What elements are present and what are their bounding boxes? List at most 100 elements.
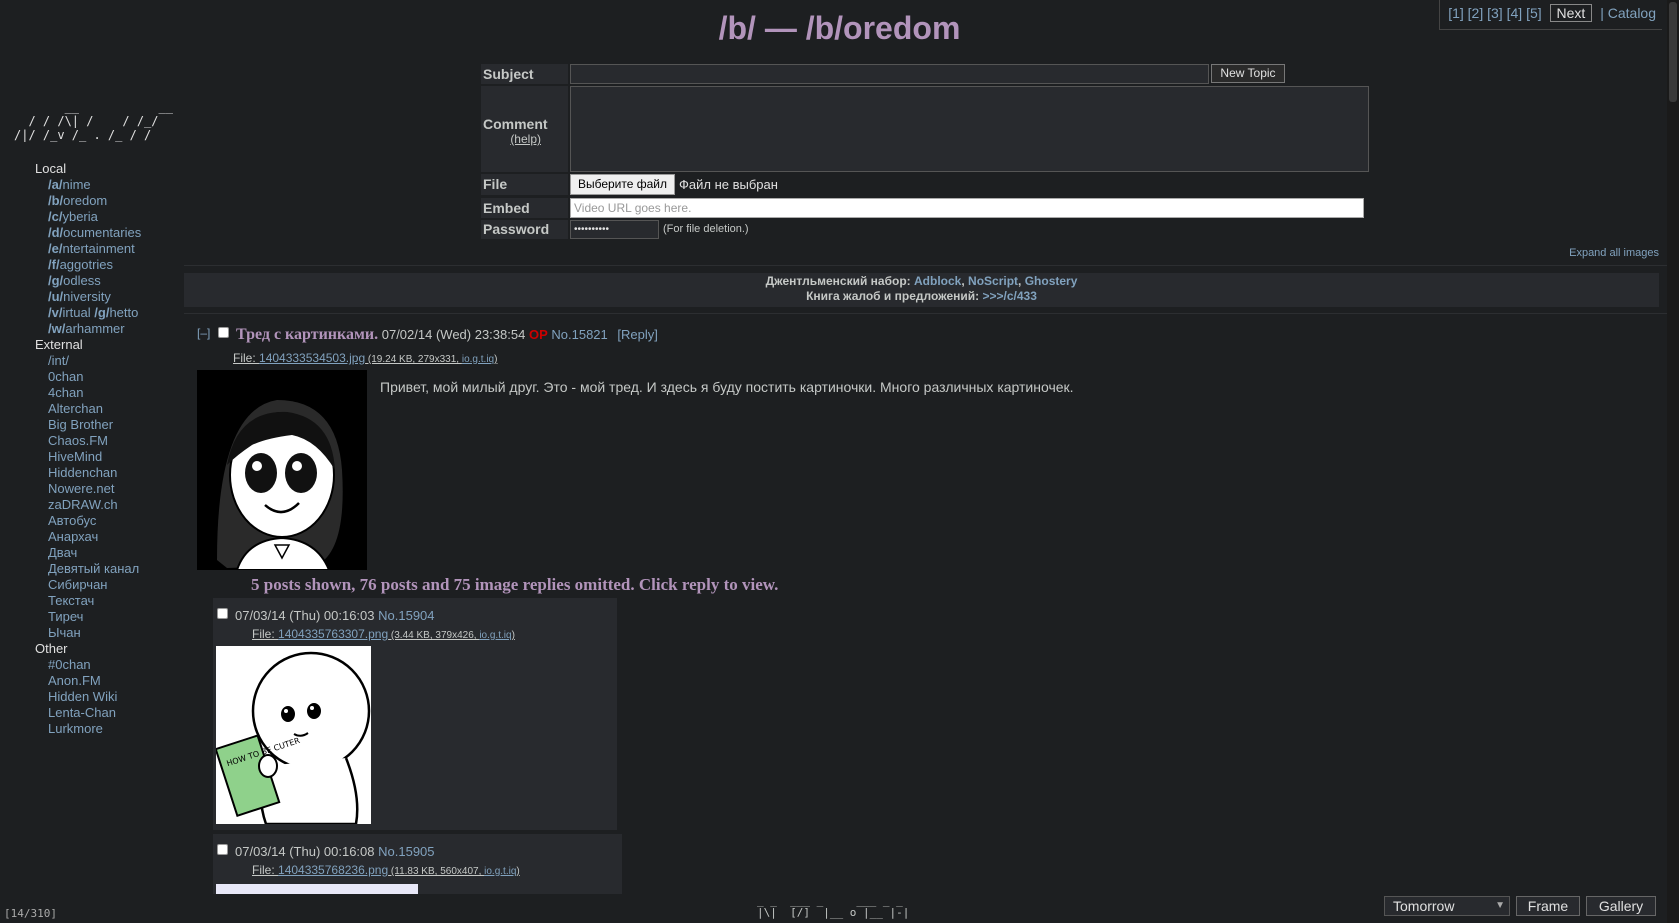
reply-file-link[interactable]: 1404335763307.png [278,627,388,641]
nav-item[interactable]: zaDRAW.ch [48,497,141,513]
nav-item[interactable]: Lurkmore [48,721,141,737]
nav-item[interactable]: Big Brother [48,417,141,433]
nav-item-label: Chaos.FM [48,433,108,448]
reply-file-link[interactable]: 1404335768236.png [278,863,388,877]
nav-item[interactable]: Сибирчан [48,577,141,593]
nav-item-board-code: /w/ [48,321,66,336]
nav-item-label: Тиреч [48,609,84,624]
comment-label-cell: Comment (help) [481,86,568,172]
file-close: ) [516,866,520,877]
nav-item[interactable]: /d/ocumentaries [48,225,141,241]
nav-item[interactable]: Двач [48,545,141,561]
nav-item-board-code: /a/ [48,177,63,192]
nav-item-label: ocumentaries [63,225,142,240]
complaints-link[interactable]: >>>/c/433 [983,289,1037,303]
op-checkbox[interactable] [218,327,229,338]
comment-label: Comment [483,116,548,132]
nav-item-label: aggotries [59,257,114,272]
comment-textarea[interactable] [570,86,1369,172]
expand-all-images-link[interactable]: Expand all images [1569,247,1659,259]
nav-item[interactable]: Lenta-Chan [48,705,141,721]
password-input[interactable]: •••••••••• [570,220,659,239]
reply-image[interactable] [216,884,418,894]
nav-item[interactable]: /a/nime [48,177,141,193]
nav-item-label: /int/ [48,353,69,368]
op-file-link[interactable]: 1404333534503.jpg [259,351,365,365]
nav-item[interactable]: #0chan [48,657,141,673]
nav-item[interactable]: /g/odless [48,273,141,289]
scrollbar[interactable] [1667,0,1679,923]
file-prefix: File: [233,351,260,365]
subject-input[interactable] [570,64,1209,84]
nav-item[interactable]: Автобус [48,513,141,529]
nav-item[interactable]: Девятый канал [48,561,141,577]
board-nav: Local/a/nime/b/oredom/c/yberia/d/ocument… [35,161,141,737]
announcement-prefix: Джентльменский набор: [765,274,915,288]
divider [184,313,1667,314]
nav-item[interactable]: /v/irtual /g/hetto [48,305,141,321]
reply-checkbox[interactable] [217,844,228,855]
nav-item[interactable]: /f/aggotries [48,257,141,273]
nav-item-label: Anon.FM [48,673,101,688]
nav-item[interactable]: Alterchan [48,401,141,417]
password-note: (For file deletion.) [663,223,749,235]
chevron-down-icon: ▼ [1495,900,1505,911]
nav-item[interactable]: Ычан [48,625,141,641]
nav-item[interactable]: /b/oredom [48,193,141,209]
new-topic-button[interactable]: New Topic [1211,64,1285,83]
reply-header: 07/03/14 (Thu) 00:16:08 No.15905 [235,844,435,859]
sidebar: __ __ / / /\| / / /_/ /|/ /_v /_ . /_ / … [0,0,184,923]
op-image-search-link[interactable]: io.g.t.iq [462,354,494,365]
reply-link[interactable]: [Reply] [617,327,657,342]
nav-item-label: Ычан [48,625,81,640]
ghostery-link[interactable]: Ghostery [1025,274,1078,288]
nav-item[interactable]: Hidden Wiki [48,689,141,705]
nav-item[interactable]: Тиреч [48,609,141,625]
nav-item[interactable]: Текстач [48,593,141,609]
nav-item[interactable]: /c/yberia [48,209,141,225]
nav-item-label: Lurkmore [48,721,103,736]
reply-checkbox[interactable] [217,608,228,619]
style-select[interactable]: Tomorrow ▼ [1384,896,1510,916]
ascii-logo: __ __ / / /\| / / /_/ /|/ /_v /_ . /_ / … [14,100,173,142]
op-message: Привет, мой милый друг. Это - мой тред. … [380,379,1074,395]
choose-file-button[interactable]: Выберите файл [570,174,675,195]
frame-button[interactable]: Frame [1516,896,1580,916]
reply-post-number[interactable]: No.15904 [378,608,434,623]
nav-section-local: Local [35,161,67,176]
reply-image-search-link[interactable]: io.g.t.iq [484,866,516,877]
announcement-banner: Джентльменский набор: Adblock, NoScript,… [184,273,1659,307]
nav-item[interactable]: Chaos.FM [48,433,141,449]
reply-image-drawing: HOW TO BE CUTER [216,651,371,824]
help-link[interactable]: (help) [483,132,568,146]
op-image[interactable] [197,370,367,570]
nav-item[interactable]: /int/ [48,353,141,369]
nav-item[interactable]: Nowere.net [48,481,141,497]
nav-item[interactable]: Анархач [48,529,141,545]
reply-post: 07/03/14 (Thu) 00:16:03 No.15904 File: 1… [213,598,617,830]
nav-item[interactable]: 4chan [48,385,141,401]
embed-label: Embed [481,198,568,218]
announcement-line-1: Джентльменский набор: Adblock, NoScript,… [765,274,1078,288]
nav-item-label: Девятый канал [48,561,140,576]
noscript-link[interactable]: NoScript [968,274,1018,288]
embed-input[interactable]: Video URL goes here. [570,198,1364,218]
reply-image[interactable]: HOW TO BE CUTER [216,646,371,824]
nav-item-label: odless [63,273,101,288]
nav-item[interactable]: Anon.FM [48,673,141,689]
op-post-number[interactable]: No.15821 [551,327,607,342]
announcement-line-2: Книга жалоб и предложений: >>>/c/433 [184,289,1659,304]
reply-post-number[interactable]: No.15905 [378,844,434,859]
omitted-posts-notice: 5 posts shown, 76 posts and 75 image rep… [251,575,779,594]
nav-item[interactable]: 0chan [48,369,141,385]
nav-item[interactable]: /e/ntertainment [48,241,141,257]
reply-image-search-link[interactable]: io.g.t.iq [479,630,511,641]
nav-item[interactable]: /w/arhammer [48,321,141,337]
adblock-link[interactable]: Adblock [914,274,961,288]
nav-item[interactable]: HiveMind [48,449,141,465]
gallery-button[interactable]: Gallery [1586,896,1656,916]
collapse-thread-toggle[interactable]: [–] [197,326,210,340]
nav-item[interactable]: /u/niversity [48,289,141,305]
nav-item[interactable]: Hiddenchan [48,465,141,481]
bottom-ascii-logo: _ _ ___ _ ___ _ _ |\| [/] |__ o |__ |-| [757,894,910,919]
